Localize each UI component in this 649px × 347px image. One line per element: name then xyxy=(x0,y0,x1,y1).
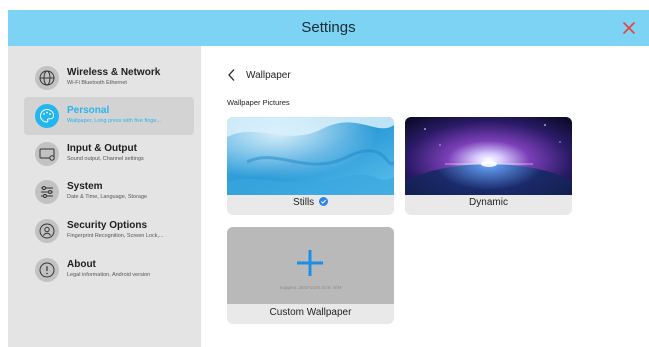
chevron-left-icon xyxy=(228,69,235,81)
info-icon xyxy=(35,258,59,282)
sidebar-item-title: System xyxy=(67,181,103,192)
wallpaper-card-label: Stills xyxy=(227,197,394,208)
monitor-icon xyxy=(35,142,59,166)
sidebar-item-subtitle: Fingerprint Recognition, Screen Lock,... xyxy=(67,233,164,239)
wallpaper-card-dynamic[interactable]: Dynamic xyxy=(405,117,572,215)
back-button[interactable] xyxy=(226,68,238,82)
close-icon xyxy=(623,22,635,34)
title-bar: Settings xyxy=(8,10,649,46)
sidebar-item-system[interactable]: System Date & Time, Language, Storage xyxy=(24,173,194,211)
sidebar-item-title: Wireless & Network xyxy=(67,67,161,78)
section-label: Wallpaper Pictures xyxy=(227,98,290,107)
page-title: Settings xyxy=(301,19,356,36)
sidebar-item-wireless-network[interactable]: Wireless & Network Wi-Fi Bluetooth Ether… xyxy=(24,59,194,97)
sidebar-item-subtitle: Legal information, Android version xyxy=(67,272,151,278)
checkmark-icon xyxy=(318,197,328,206)
stills-label: Stills xyxy=(293,197,315,208)
sidebar-item-title: Input & Output xyxy=(67,143,137,154)
space-horizon-image xyxy=(405,117,572,195)
blue-watercolor-image xyxy=(227,117,394,195)
custom-wallpaper-label: Custom Wallpaper xyxy=(269,307,352,318)
sidebar-item-subtitle: Wallpaper, Long press with five finge... xyxy=(67,118,161,124)
sidebar-item-title: Personal xyxy=(67,105,110,116)
size-hint: Suggest: 3840*2160,Size: 40M xyxy=(279,285,342,290)
sidebar-item-subtitle: Date & Time, Language, Storage xyxy=(67,194,148,200)
sidebar-item-title: Security Options xyxy=(67,220,148,231)
globe-icon xyxy=(35,66,59,90)
wallpaper-card-stills[interactable]: Stills xyxy=(227,117,394,215)
dynamic-label: Dynamic xyxy=(469,197,508,208)
sidebar-item-subtitle: Sound output, Channel settings xyxy=(67,156,144,162)
plus-icon xyxy=(297,250,323,276)
user-icon xyxy=(35,219,59,243)
custom-wallpaper-card[interactable]: Suggest: 3840*2160,Size: 40M Custom Wall… xyxy=(227,227,394,324)
palette-icon xyxy=(35,104,59,128)
sidebar: Wireless & Network Wi-Fi Bluetooth Ether… xyxy=(8,46,201,347)
sliders-icon xyxy=(35,180,59,204)
wallpaper-title: Wallpaper xyxy=(246,70,291,81)
sidebar-item-about[interactable]: About Legal information, Android version xyxy=(24,251,194,289)
sidebar-item-personal[interactable]: Personal Wallpaper, Long press with five… xyxy=(24,97,194,135)
sidebar-item-title: About xyxy=(67,259,96,270)
sidebar-item-subtitle: Wi-Fi Bluetooth Ethernet xyxy=(67,80,127,86)
custom-wallpaper-area: Suggest: 3840*2160,Size: 40M xyxy=(227,227,394,304)
close-button[interactable] xyxy=(621,20,637,36)
sidebar-item-input-output[interactable]: Input & Output Sound output, Channel set… xyxy=(24,135,194,173)
sidebar-item-security-options[interactable]: Security Options Fingerprint Recognition… xyxy=(24,212,194,250)
